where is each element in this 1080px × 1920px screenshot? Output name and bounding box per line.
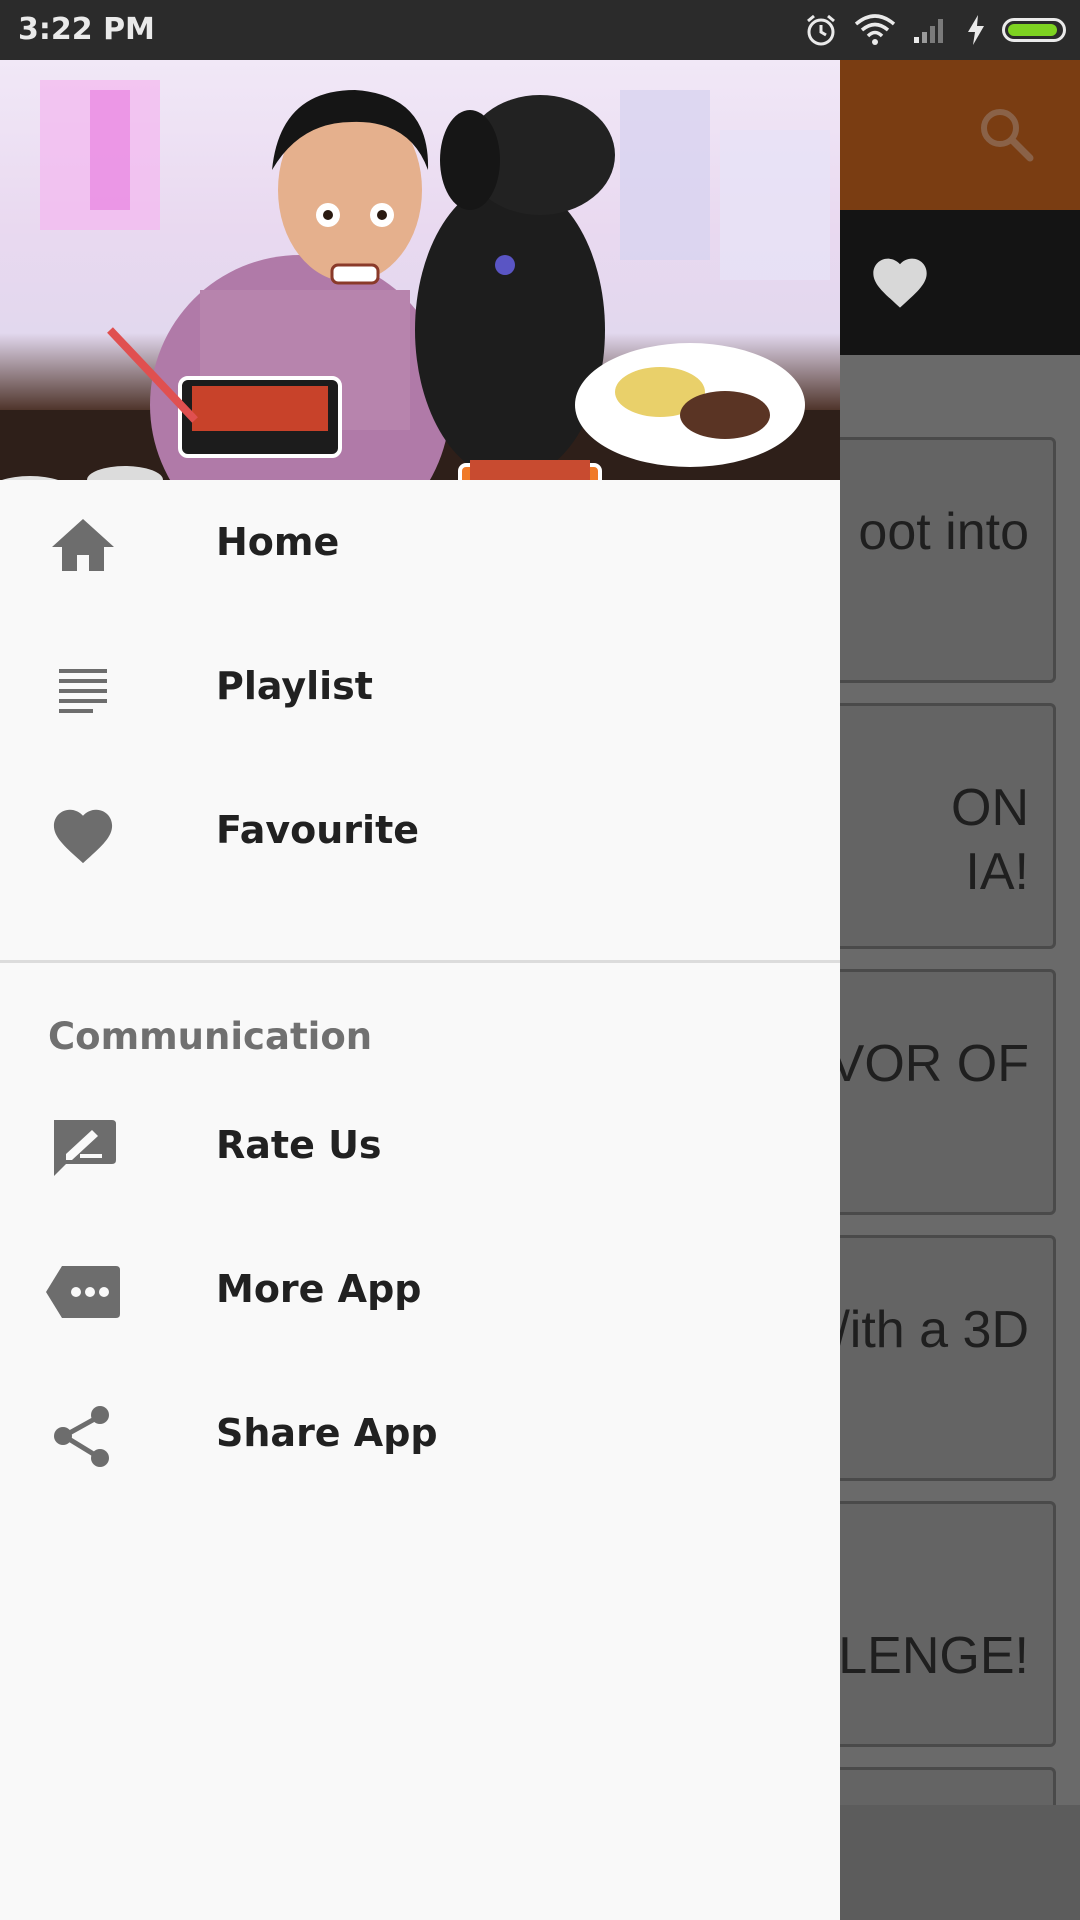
- charging-icon: [968, 15, 984, 45]
- status-icons: [804, 10, 1066, 50]
- navigation-drawer: Home Playlist Favourite Communication Ra…: [0, 60, 840, 1920]
- alarm-icon: [807, 14, 835, 46]
- heart-icon: [53, 809, 113, 864]
- playlist-icon: [59, 669, 107, 713]
- menu-item-label: Home: [216, 520, 340, 564]
- header-photo: [0, 80, 840, 480]
- drawer-header-image: [0, 60, 840, 480]
- status-time: 3:22 PM: [18, 12, 155, 47]
- battery-icon: [1002, 18, 1066, 42]
- search-icon[interactable]: [976, 104, 1036, 164]
- menu-item-more-app[interactable]: More App: [0, 1227, 840, 1357]
- menu-item-home[interactable]: Home: [0, 480, 840, 610]
- home-icon: [52, 519, 114, 571]
- status-bar: 3:22 PM: [0, 0, 1080, 60]
- share-icon: [54, 1406, 109, 1467]
- menu-item-rate-us[interactable]: Rate Us: [0, 1083, 840, 1213]
- favourite-tab-heart-icon[interactable]: [868, 250, 932, 310]
- rate-icon: [54, 1120, 116, 1176]
- menu-item-share-app[interactable]: Share App: [0, 1371, 840, 1501]
- more-icon: [46, 1266, 120, 1318]
- menu-item-label: Playlist: [216, 664, 373, 708]
- drawer-divider: [0, 960, 840, 963]
- menu-item-label: More App: [216, 1267, 422, 1311]
- wifi-icon: [854, 14, 896, 45]
- section-title-communication: Communication: [48, 1015, 373, 1058]
- menu-item-favourite[interactable]: Favourite: [0, 768, 840, 898]
- menu-item-playlist[interactable]: Playlist: [0, 624, 840, 754]
- menu-item-label: Favourite: [216, 808, 420, 852]
- menu-item-label: Share App: [216, 1411, 438, 1455]
- signal-icon: [914, 19, 943, 43]
- menu-item-label: Rate Us: [216, 1123, 382, 1167]
